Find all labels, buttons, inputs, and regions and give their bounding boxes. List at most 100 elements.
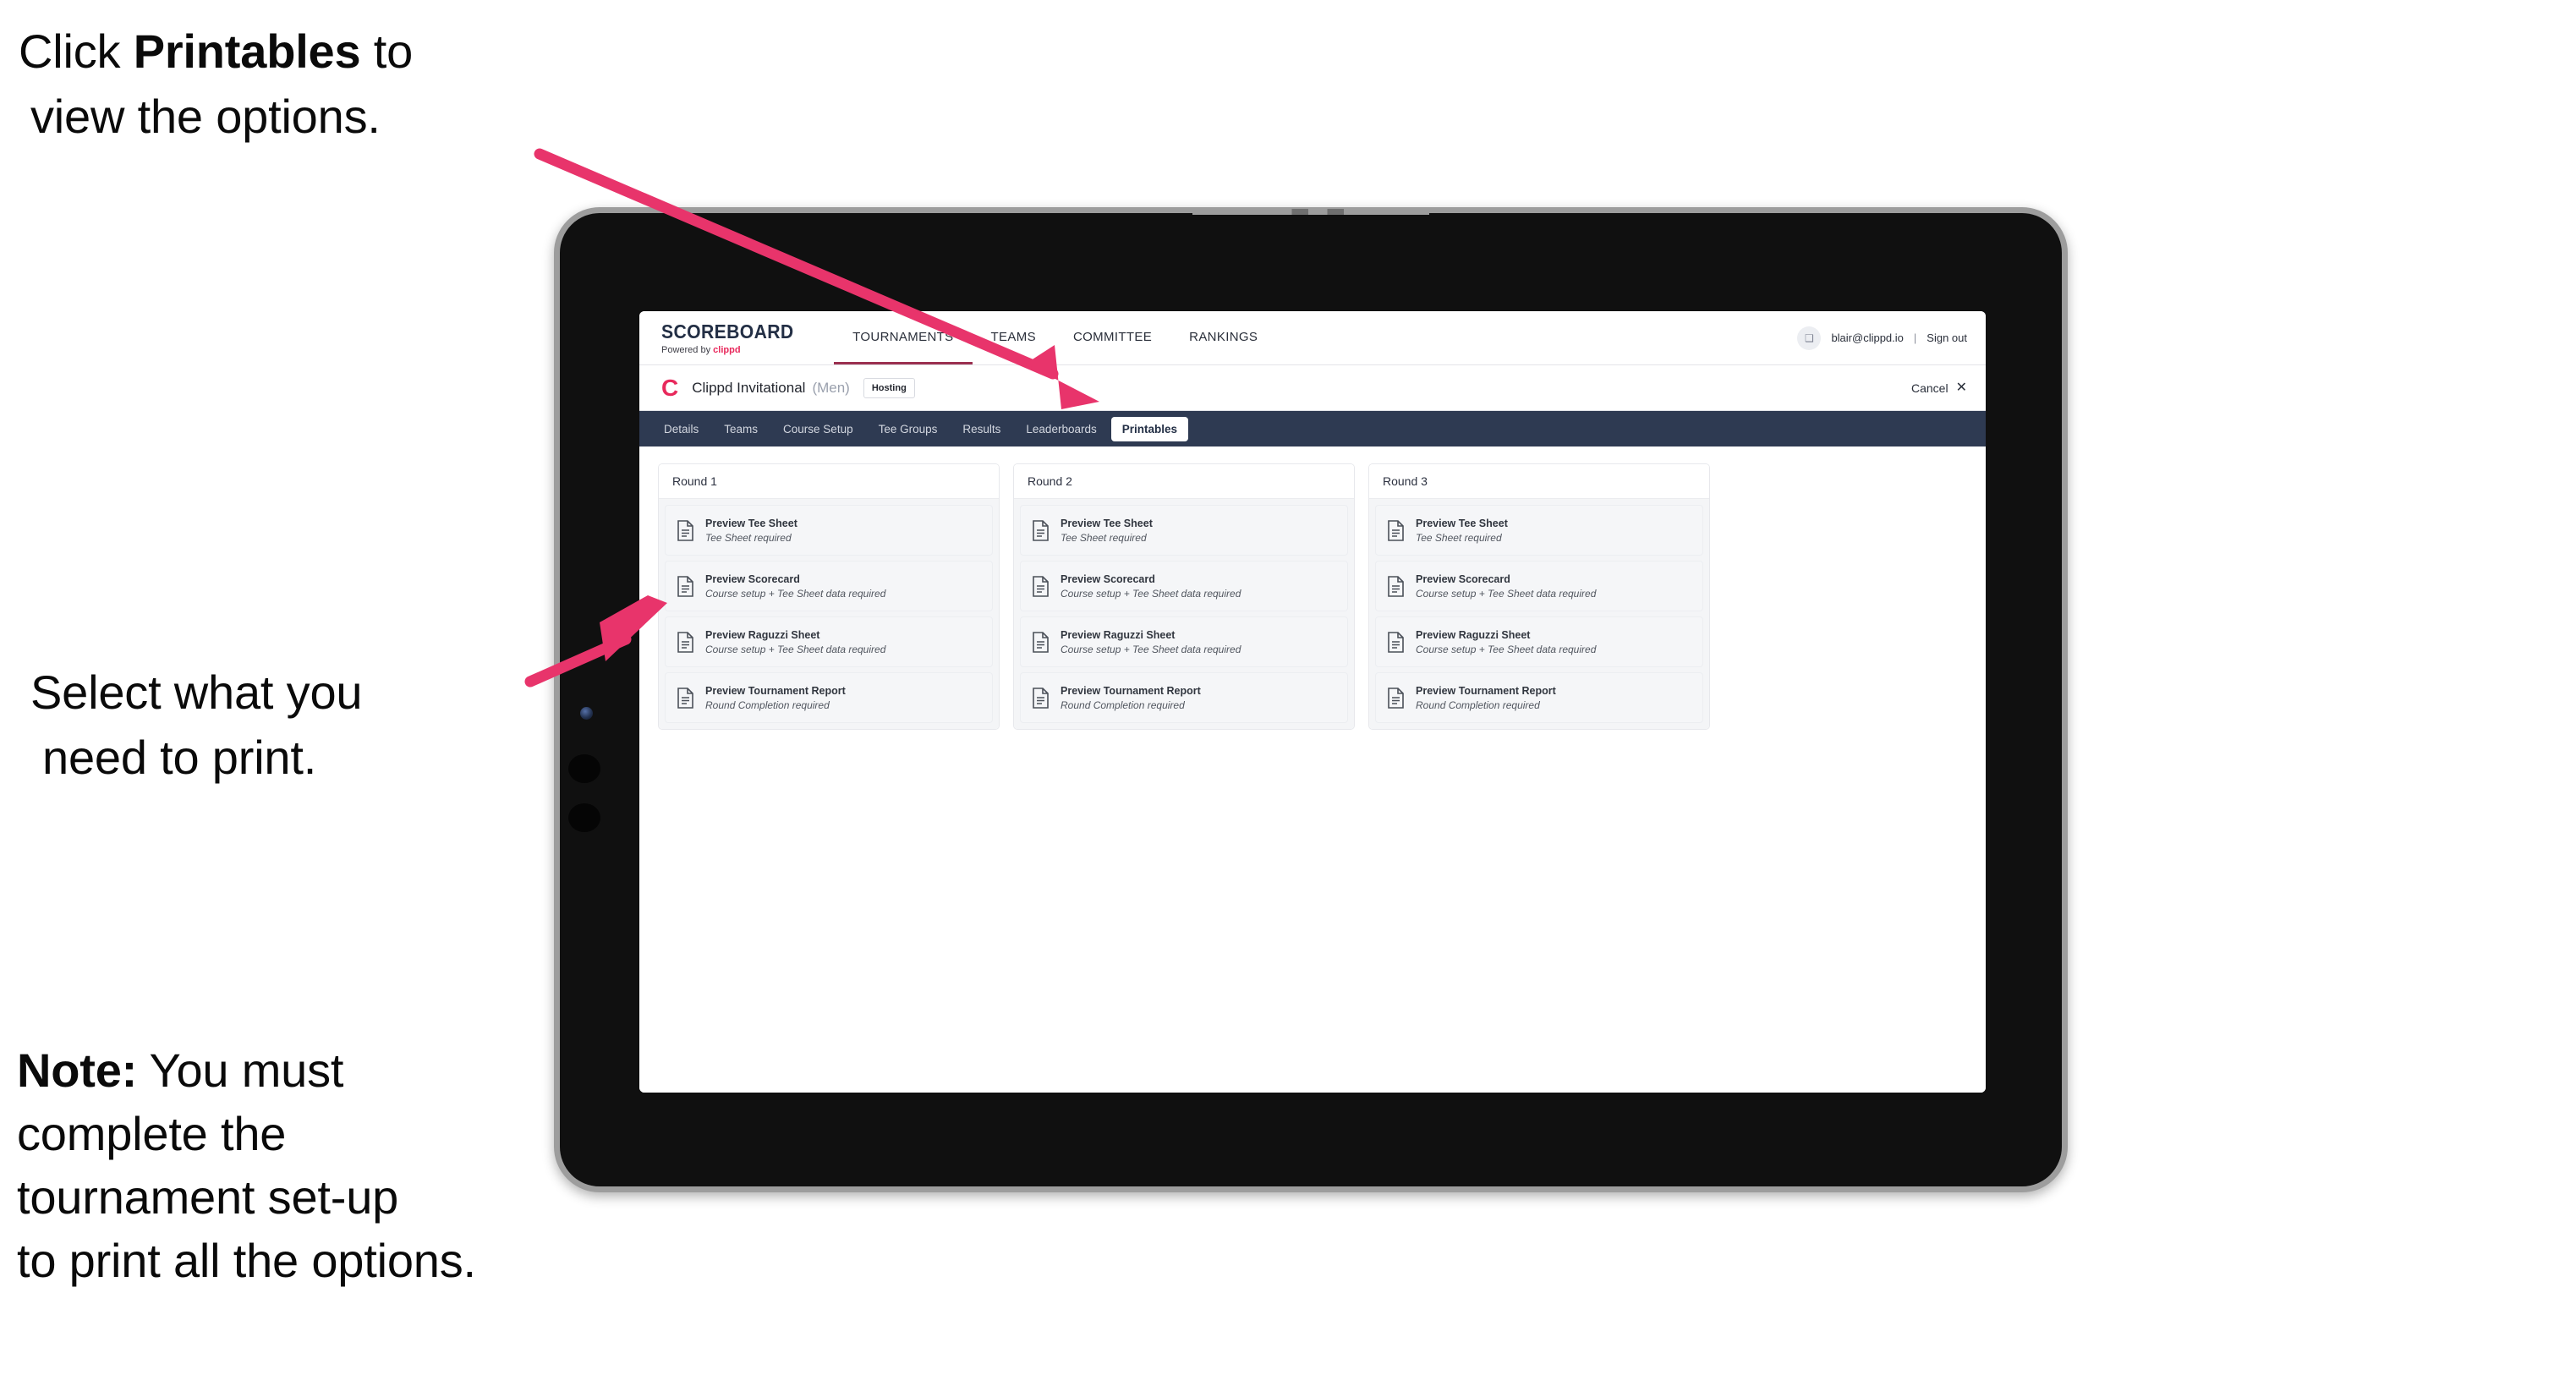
close-icon: ✕ — [1955, 380, 1967, 395]
list-item[interactable]: Preview Scorecard Course setup + Tee She… — [665, 561, 993, 611]
list-item-subtitle: Round Completion required — [1416, 698, 1540, 711]
document-icon — [677, 575, 694, 597]
round-column-3: Round 3 Preview Tee Sheet Tee Sheet requ… — [1368, 463, 1710, 730]
list-item-subtitle: Round Completion required — [705, 698, 830, 711]
annotation-2-line1: Select what you — [30, 666, 363, 719]
annotation-click-printables: Click Printables to view the options. — [19, 19, 560, 150]
round-items-2: Preview Tee Sheet Tee Sheet required Pre… — [1014, 499, 1354, 729]
document-icon — [1032, 519, 1050, 541]
list-item[interactable]: Preview Tournament Report Round Completi… — [1020, 672, 1348, 723]
tab-label-course-setup: Course Setup — [783, 422, 853, 436]
list-item[interactable]: Preview Tee Sheet Tee Sheet required — [665, 505, 993, 556]
tournament-name: Clippd Invitational — [692, 379, 806, 396]
annotation-3-line4: to print all the options. — [17, 1234, 476, 1288]
round-column-2: Round 2 Preview Tee Sheet Tee Sheet requ… — [1013, 463, 1355, 730]
list-item-subtitle: Course setup + Tee Sheet data required — [1061, 643, 1241, 655]
tablet-device-frame: SCOREBOARD Powered by clippd TOURNAMENTS… — [554, 207, 2068, 1192]
scoreboard-logo[interactable]: SCOREBOARD Powered by clippd — [661, 311, 834, 364]
list-item-texts: Preview Scorecard Course setup + Tee She… — [705, 573, 885, 600]
tab-teams[interactable]: Teams — [713, 417, 769, 441]
brand-title: SCOREBOARD — [661, 320, 794, 342]
tablet-volume-button-down[interactable] — [568, 803, 600, 832]
tab-tee-groups[interactable]: Tee Groups — [868, 417, 949, 441]
round-title: Round 1 — [659, 464, 999, 499]
list-item-texts: Preview Scorecard Course setup + Tee She… — [1061, 573, 1241, 600]
list-item-texts: Preview Tournament Report Round Completi… — [705, 685, 846, 711]
list-item-title: Preview Raguzzi Sheet — [1416, 628, 1531, 641]
tab-leaderboards[interactable]: Leaderboards — [1015, 417, 1107, 441]
tab-label-printables: Printables — [1121, 422, 1178, 436]
list-item[interactable]: Preview Tee Sheet Tee Sheet required — [1020, 505, 1348, 556]
document-icon — [1387, 575, 1405, 597]
annotation-select-print: Select what you need to print. — [30, 660, 538, 791]
list-item[interactable]: Preview Raguzzi Sheet Course setup + Tee… — [1375, 616, 1703, 667]
list-item-title: Preview Tournament Report — [1416, 684, 1556, 697]
list-item-texts: Preview Raguzzi Sheet Course setup + Tee… — [1416, 629, 1596, 655]
document-icon — [1387, 631, 1405, 653]
tab-label-tee-groups: Tee Groups — [878, 422, 938, 436]
annotation-3-rest: You must — [137, 1044, 344, 1097]
tab-printables[interactable]: Printables — [1110, 416, 1189, 441]
brand-subtitle: Powered by clippd — [661, 345, 805, 355]
round-column-1: Round 1 Preview Tee Sheet Tee Sheet requ… — [658, 463, 1000, 730]
list-item-subtitle: Tee Sheet required — [1416, 531, 1502, 544]
list-item[interactable]: Preview Scorecard Course setup + Tee She… — [1375, 561, 1703, 611]
tournament-gender: (Men) — [812, 379, 850, 396]
round-items-1: Preview Tee Sheet Tee Sheet required Pre… — [659, 499, 999, 729]
list-item-subtitle: Course setup + Tee Sheet data required — [705, 587, 886, 600]
list-item[interactable]: Preview Raguzzi Sheet Course setup + Tee… — [1020, 616, 1348, 667]
topnav-label-rankings: RANKINGS — [1189, 329, 1258, 344]
brand-sub-clippd: clippd — [713, 345, 741, 355]
topnav-item-rankings[interactable]: RANKINGS — [1170, 311, 1276, 364]
document-icon — [1032, 631, 1050, 653]
list-item-subtitle: Round Completion required — [1061, 698, 1185, 711]
list-item[interactable]: Preview Raguzzi Sheet Course setup + Tee… — [665, 616, 993, 667]
tab-label-details: Details — [664, 422, 699, 436]
annotation-1-line2: view the options. — [30, 90, 381, 144]
list-item-subtitle: Course setup + Tee Sheet data required — [1061, 587, 1241, 600]
topnav-item-committee[interactable]: COMMITTEE — [1055, 311, 1170, 364]
top-navigation-bar: SCOREBOARD Powered by clippd TOURNAMENTS… — [639, 311, 1986, 365]
sign-out-link[interactable]: Sign out — [1927, 331, 1967, 344]
tab-label-teams: Teams — [724, 422, 759, 436]
list-item-title: Preview Scorecard — [1061, 572, 1155, 585]
list-item-subtitle: Tee Sheet required — [1061, 531, 1147, 544]
list-item[interactable]: Preview Tee Sheet Tee Sheet required — [1375, 505, 1703, 556]
list-item-texts: Preview Tournament Report Round Completi… — [1061, 685, 1201, 711]
list-item-texts: Preview Scorecard Course setup + Tee She… — [1416, 573, 1596, 600]
avatar-glyph: ❑ — [1805, 331, 1814, 344]
list-item[interactable]: Preview Tournament Report Round Completi… — [1375, 672, 1703, 723]
document-icon — [677, 687, 694, 709]
list-item[interactable]: Preview Tournament Report Round Completi… — [665, 672, 993, 723]
round-title: Round 2 — [1014, 464, 1354, 499]
annotation-3-bold: Note: — [17, 1044, 138, 1097]
printables-content: Round 1 Preview Tee Sheet Tee Sheet requ… — [639, 446, 1986, 1093]
list-item-texts: Preview Tee Sheet Tee Sheet required — [705, 518, 797, 544]
user-email: blair@clippd.io — [1831, 331, 1904, 344]
document-icon — [1032, 575, 1050, 597]
tablet-camera-icon — [580, 707, 593, 720]
cancel-button[interactable]: Cancel ✕ — [1911, 381, 1967, 395]
tablet-volume-button-up[interactable] — [568, 754, 600, 783]
list-item-texts: Preview Tee Sheet Tee Sheet required — [1416, 518, 1508, 544]
tab-results[interactable]: Results — [951, 417, 1011, 441]
list-item-title: Preview Raguzzi Sheet — [1061, 628, 1176, 641]
list-item-title: Preview Raguzzi Sheet — [705, 628, 820, 641]
cancel-label: Cancel — [1911, 381, 1948, 395]
list-item-title: Preview Tee Sheet — [705, 517, 797, 529]
topnav-item-tournaments[interactable]: TOURNAMENTS — [834, 311, 973, 364]
round-title: Round 3 — [1369, 464, 1709, 499]
avatar[interactable]: ❑ — [1797, 326, 1822, 350]
list-item-texts: Preview Tournament Report Round Completi… — [1416, 685, 1556, 711]
brand-sub-pre: Powered by — [661, 345, 714, 355]
list-item-title: Preview Tee Sheet — [1416, 517, 1508, 529]
topnav-item-teams[interactable]: TEAMS — [973, 311, 1055, 364]
list-item-title: Preview Scorecard — [705, 572, 800, 585]
tournament-header-bar: C Clippd Invitational (Men) Hosting Canc… — [639, 365, 1986, 411]
tab-details[interactable]: Details — [653, 417, 710, 441]
list-item[interactable]: Preview Scorecard Course setup + Tee She… — [1020, 561, 1348, 611]
topnav-label-teams: TEAMS — [990, 329, 1036, 344]
document-icon — [1032, 687, 1050, 709]
tab-course-setup[interactable]: Course Setup — [772, 417, 864, 441]
annotation-2-line2: need to print. — [42, 731, 317, 785]
